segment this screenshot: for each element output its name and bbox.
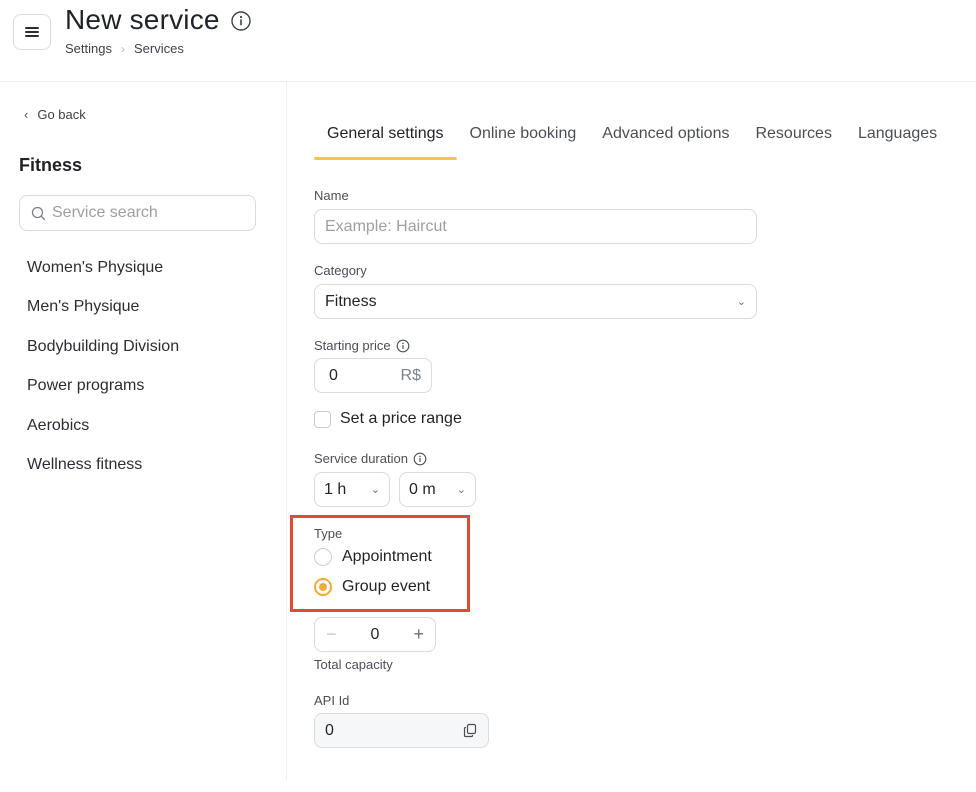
capacity-value: 0 (370, 625, 380, 643)
appointment-label: Appointment (342, 548, 432, 565)
api-id-field[interactable]: 0 (314, 713, 489, 748)
starting-price-value: 0 (329, 366, 338, 384)
capacity-label: Total capacity (314, 657, 393, 672)
category-label: Category (314, 263, 367, 278)
page-header: New service Settings › Services (0, 0, 976, 82)
search-icon (31, 206, 46, 220)
sidebar-item-aerobics[interactable]: Aerobics (27, 416, 179, 455)
chevron-down-icon: ⌄ (456, 484, 466, 496)
service-search[interactable] (19, 195, 256, 231)
menu-button[interactable] (13, 14, 51, 50)
sidebar-item-womens-physique[interactable]: Women's Physique (27, 258, 179, 297)
type-option-group-event[interactable]: Group event (314, 578, 430, 596)
tab-online-booking[interactable]: Online booking (457, 124, 590, 160)
minus-icon[interactable]: − (326, 624, 337, 645)
capacity-stepper[interactable]: − 0 + (314, 617, 436, 652)
service-duration-label: Service duration (314, 451, 427, 466)
starting-price-label: Starting price (314, 338, 410, 353)
duration-minutes-select[interactable]: 0 m ⌄ (399, 472, 476, 507)
api-id-label: API Id (314, 693, 350, 708)
price-range-label: Set a price range (340, 410, 462, 427)
type-label: Type (314, 526, 343, 541)
sidebar-item-power-programs[interactable]: Power programs (27, 376, 179, 415)
currency-label: R$ (400, 366, 421, 384)
tab-languages[interactable]: Languages (845, 124, 950, 160)
breadcrumb: Settings › Services (65, 41, 184, 56)
group-event-radio[interactable] (314, 578, 332, 596)
starting-price-field[interactable]: 0 R$ (314, 358, 432, 393)
price-range-checkbox[interactable] (314, 410, 331, 428)
service-search-input[interactable] (52, 204, 242, 222)
tab-resources[interactable]: Resources (742, 124, 844, 160)
name-field[interactable] (314, 209, 757, 244)
info-icon[interactable] (413, 452, 427, 466)
appointment-radio[interactable] (314, 548, 332, 566)
type-option-appointment[interactable]: Appointment (314, 548, 432, 566)
sidebar: ‹ Go back Fitness Women's Physique Men's… (0, 82, 287, 780)
chevron-down-icon: ⌄ (736, 296, 746, 308)
sidebar-item-wellness-fitness[interactable]: Wellness fitness (27, 455, 179, 494)
price-range-checkbox-row[interactable]: Set a price range (314, 410, 462, 428)
hamburger-icon (25, 27, 39, 37)
tab-bar: General settings Online booking Advanced… (314, 124, 950, 160)
chevron-down-icon: ⌄ (370, 484, 380, 496)
duration-minutes-value: 0 m (409, 480, 436, 498)
service-duration-label-text: Service duration (314, 451, 408, 466)
go-back-label: Go back (37, 107, 86, 122)
tab-advanced-options[interactable]: Advanced options (589, 124, 742, 160)
go-back-link[interactable]: ‹ Go back (24, 107, 86, 122)
copy-icon[interactable] (463, 723, 478, 738)
service-list: Women's Physique Men's Physique Bodybuil… (27, 258, 179, 494)
chevron-left-icon: ‹ (24, 107, 29, 122)
info-icon[interactable] (396, 339, 410, 353)
sidebar-item-mens-physique[interactable]: Men's Physique (27, 297, 179, 336)
api-id-value: 0 (325, 721, 334, 739)
name-label: Name (314, 188, 349, 203)
breadcrumb-services[interactable]: Services (134, 41, 184, 56)
breadcrumb-settings[interactable]: Settings (65, 41, 112, 56)
category-value: Fitness (325, 292, 377, 310)
starting-price-label-text: Starting price (314, 338, 391, 353)
sidebar-title: Fitness (19, 155, 83, 175)
sidebar-item-bodybuilding-division[interactable]: Bodybuilding Division (27, 337, 179, 376)
group-event-label: Group event (342, 578, 431, 595)
tab-general-settings[interactable]: General settings (314, 124, 457, 160)
duration-hours-select[interactable]: 1 h ⌄ (314, 472, 390, 507)
category-select[interactable]: Fitness ⌄ (314, 284, 757, 319)
plus-icon[interactable]: + (413, 624, 424, 645)
info-icon[interactable] (230, 10, 252, 32)
page-title: New service (65, 4, 220, 35)
duration-hours-value: 1 h (324, 480, 347, 498)
chevron-right-icon: › (120, 41, 125, 56)
name-input[interactable] (325, 217, 746, 236)
